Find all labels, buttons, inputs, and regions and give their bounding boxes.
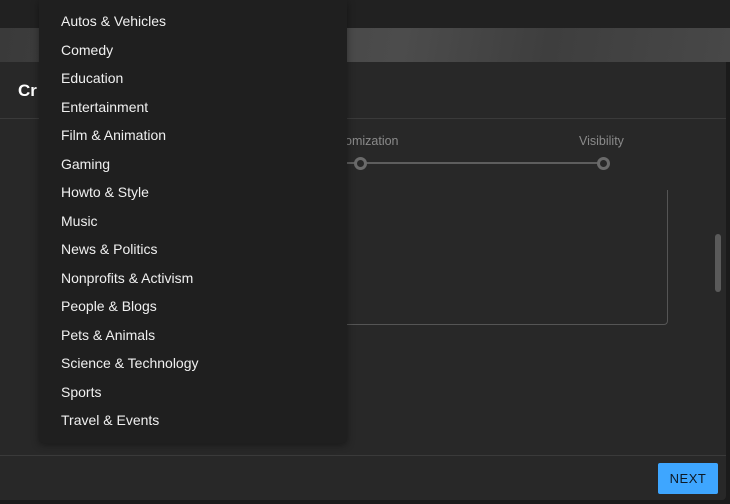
menu-item[interactable]: People & Blogs bbox=[39, 292, 347, 320]
category-dropdown-menu: Autos & Vehicles Comedy Education Entertain… bbox=[39, 0, 347, 443]
menu-item[interactable]: Education bbox=[39, 64, 347, 92]
step-dot-visibility[interactable] bbox=[597, 157, 610, 170]
menu-item[interactable]: Entertainment bbox=[39, 93, 347, 121]
menu-item[interactable]: Pets & Animals bbox=[39, 321, 347, 349]
menu-item[interactable]: Autos & Vehicles bbox=[39, 7, 347, 35]
menu-item[interactable]: Travel & Events bbox=[39, 406, 347, 434]
menu-item[interactable]: Howto & Style bbox=[39, 178, 347, 206]
menu-item[interactable]: Film & Animation bbox=[39, 121, 347, 149]
menu-item[interactable]: Music bbox=[39, 207, 347, 235]
menu-item[interactable]: Science & Technology bbox=[39, 349, 347, 377]
step-dot-customization[interactable] bbox=[354, 157, 367, 170]
menu-item[interactable]: Sports bbox=[39, 378, 347, 406]
menu-item[interactable]: Comedy bbox=[39, 36, 347, 64]
next-button[interactable]: NEXT bbox=[658, 463, 718, 494]
dialog-title: Cr bbox=[18, 81, 37, 100]
scrollbar-thumb[interactable] bbox=[715, 234, 721, 292]
step-label-customization: omization bbox=[345, 134, 399, 148]
description-textarea[interactable] bbox=[300, 190, 668, 325]
stepper-line bbox=[340, 162, 604, 164]
footer-divider bbox=[0, 455, 726, 456]
menu-item[interactable]: Gaming bbox=[39, 150, 347, 178]
step-label-visibility: Visibility bbox=[579, 134, 624, 148]
menu-item[interactable]: Nonprofits & Activism bbox=[39, 264, 347, 292]
menu-item[interactable]: News & Politics bbox=[39, 235, 347, 263]
